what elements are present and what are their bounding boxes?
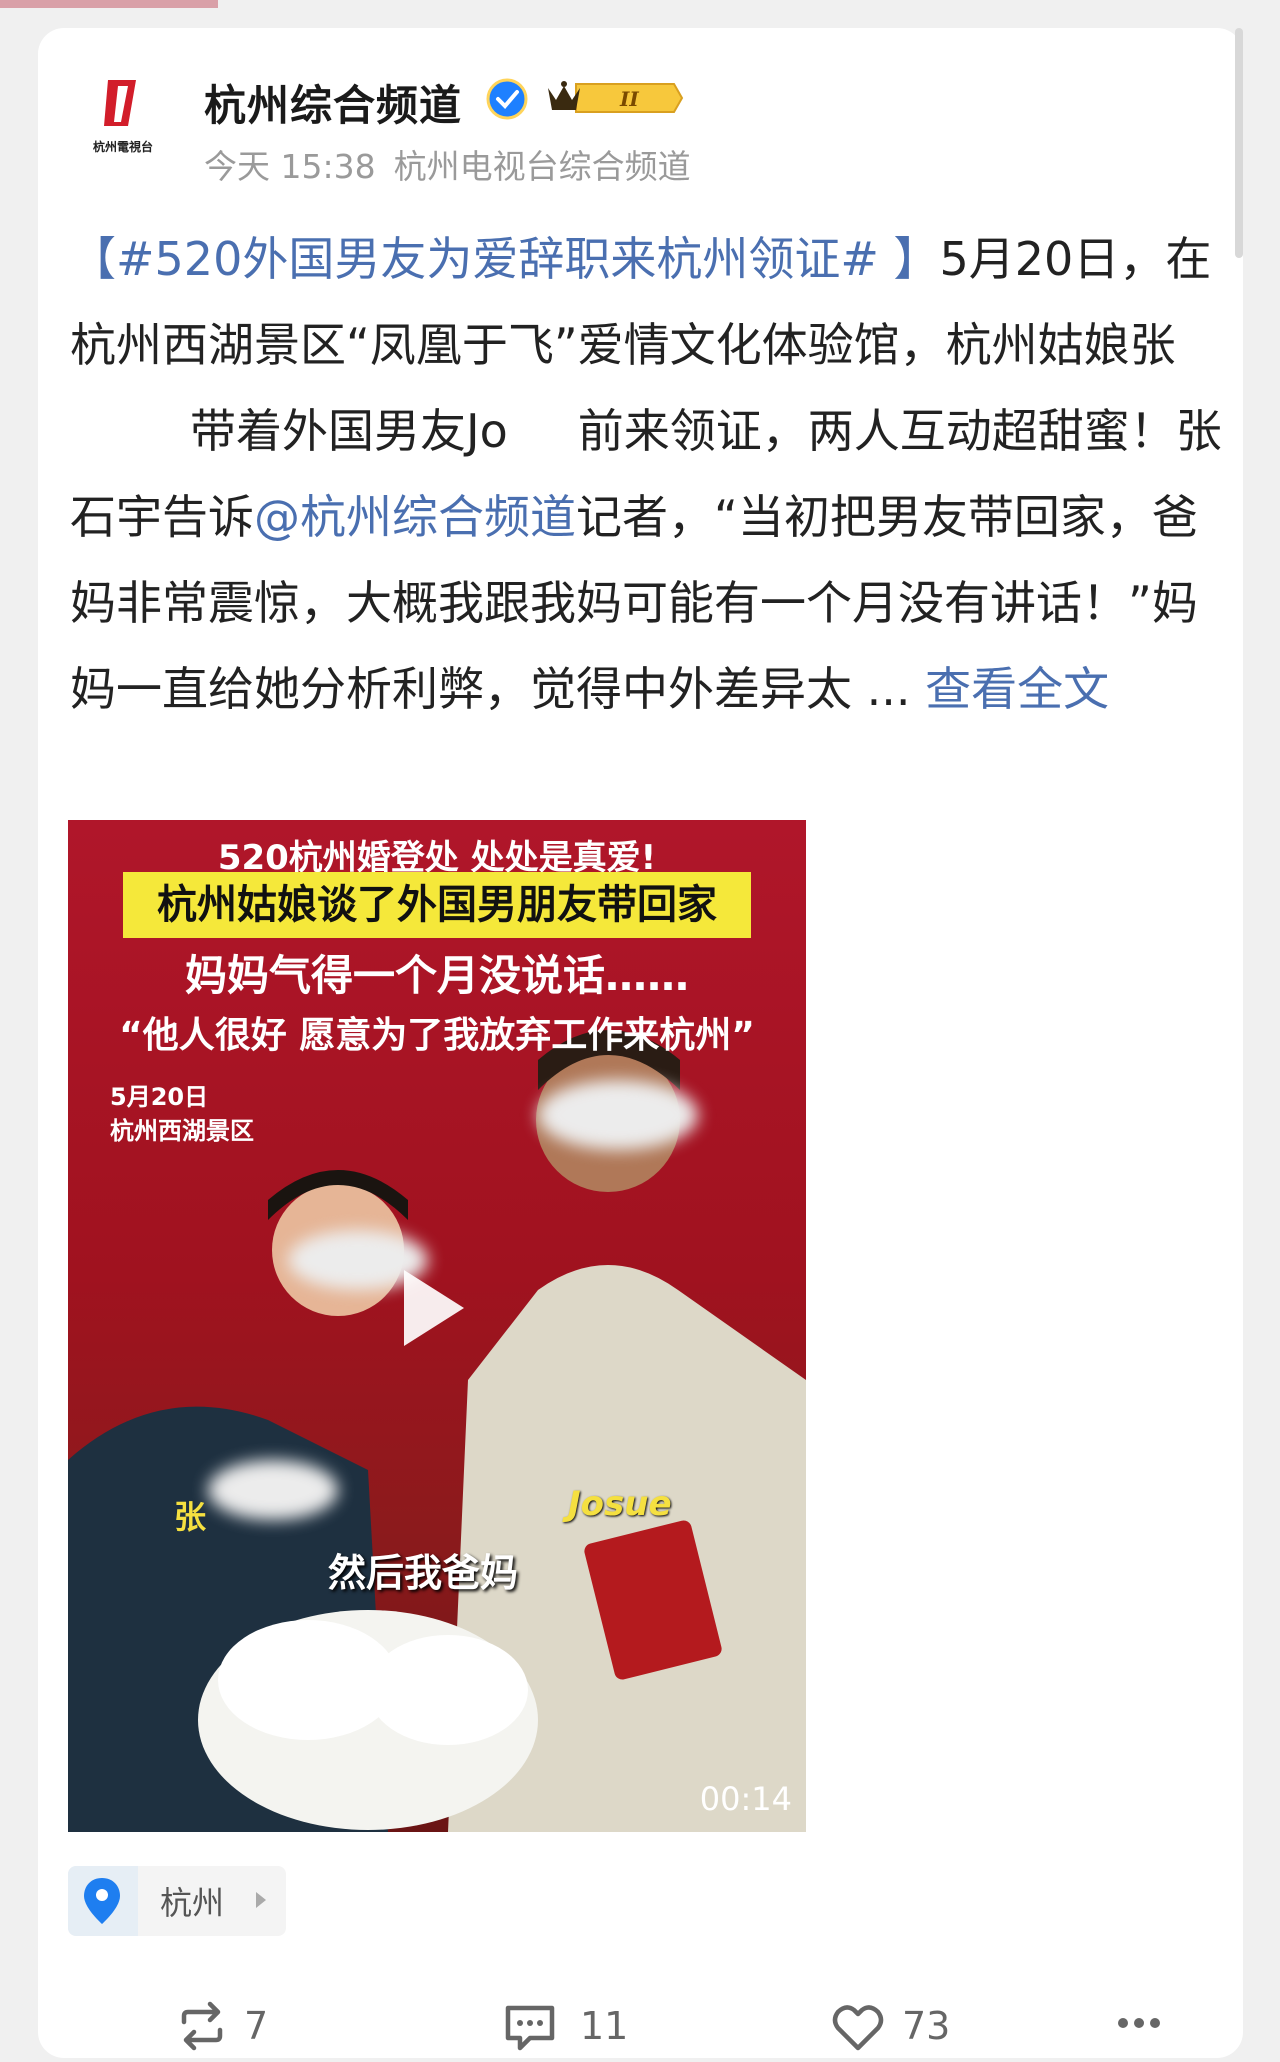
- channel-logo-icon: [104, 80, 136, 126]
- video-thumbnail[interactable]: 520杭州婚登处 处处是真爱! 杭州姑娘谈了外国男朋友带回家 妈妈气得一个月没说…: [68, 820, 806, 1832]
- post-source: 杭州电视台综合频道: [393, 147, 691, 186]
- post-text: 【#520外国男友为爱辞职来杭州领证# 】5月20日，在杭州西湖景区“凤凰于飞”…: [70, 216, 1240, 732]
- post-text-part-b: 带着外国男友Jo: [190, 404, 508, 458]
- verified-badge-icon: [486, 78, 528, 120]
- comment-count: 11: [580, 2004, 629, 2048]
- more-options-button[interactable]: [1116, 1992, 1166, 2062]
- mention-link[interactable]: @杭州综合频道: [254, 490, 576, 544]
- like-button[interactable]: 73: [830, 1992, 960, 2062]
- action-bar: 7 11 73: [38, 1992, 1243, 2062]
- account-avatar[interactable]: 杭州電視台: [78, 72, 168, 162]
- account-name[interactable]: 杭州综合频道: [204, 72, 462, 133]
- location-tag[interactable]: 杭州: [68, 1866, 286, 1936]
- blurred-caption-name: [208, 1460, 338, 1520]
- post-card: 杭州電視台 杭州综合频道 II 今天 15:38 杭州电视台综合频道 【#520外…: [38, 28, 1243, 2058]
- video-duration: 00:14: [699, 1780, 792, 1818]
- like-count: 73: [902, 2004, 951, 2048]
- video-name-en: Josue: [568, 1484, 672, 1524]
- more-dots-icon: [1118, 2018, 1160, 2028]
- heart-icon: [832, 2005, 884, 2051]
- video-subtitle: 然后我爸妈: [328, 1551, 519, 1595]
- repost-icon: [181, 2001, 223, 2051]
- video-title-3: 妈妈气得一个月没说话……: [184, 951, 689, 1000]
- video-place: 杭州西湖景区: [110, 1117, 254, 1145]
- vip-level-label: II: [619, 87, 639, 111]
- repost-count: 7: [244, 2004, 269, 2048]
- view-full-text-link[interactable]: 查看全文: [925, 662, 1109, 716]
- video-name-cn: 张: [174, 1498, 207, 1536]
- play-icon[interactable]: [398, 1266, 468, 1350]
- top-indicator: [0, 0, 218, 8]
- map-thumbnail: [68, 1866, 138, 1936]
- post-time: 今天 15:38: [204, 147, 376, 186]
- location-label: 杭州: [160, 1884, 225, 1922]
- video-title-4: “他人很好 愿意为了我放弃工作来杭州”: [119, 1015, 755, 1056]
- comment-icon: [505, 2005, 555, 2051]
- repost-button[interactable]: 7: [176, 1992, 286, 2062]
- blurred-face: [538, 1080, 698, 1150]
- chevron-right-icon: [256, 1892, 266, 1908]
- vip-level-icon: II: [548, 81, 684, 113]
- hashtag-link[interactable]: 【#520外国男友为爱辞职来杭州领证# 】: [70, 232, 940, 286]
- logo-text: 杭州電視台: [92, 140, 153, 154]
- comment-button[interactable]: 11: [502, 1992, 632, 2062]
- video-title-2: 杭州姑娘谈了外国男朋友带回家: [123, 872, 751, 938]
- post-meta: 今天 15:38 杭州电视台综合频道: [204, 140, 691, 188]
- video-date-place: 5月20日 杭州西湖景区: [110, 1080, 254, 1148]
- video-date: 5月20日: [110, 1083, 209, 1111]
- location-pin-icon: [84, 1878, 120, 1924]
